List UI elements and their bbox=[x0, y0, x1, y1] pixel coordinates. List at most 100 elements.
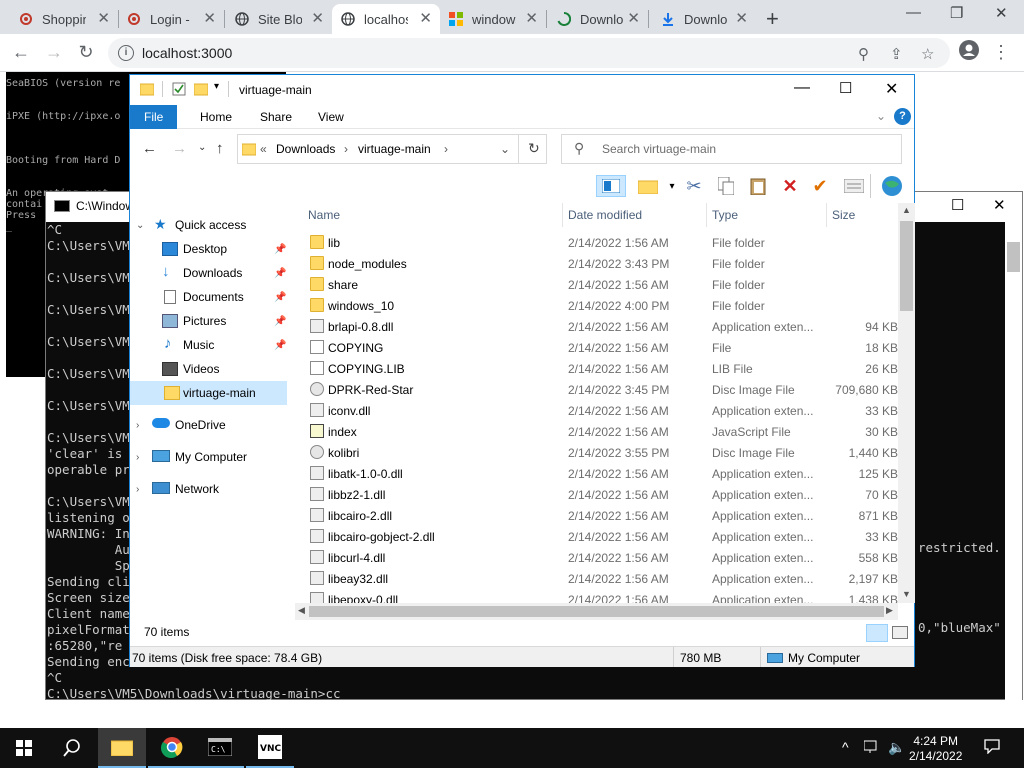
preview-pane-icon[interactable] bbox=[596, 175, 626, 197]
column-header-type[interactable]: Type bbox=[712, 203, 738, 227]
rename-check-icon[interactable]: ✔ bbox=[808, 175, 832, 197]
start-button[interactable] bbox=[0, 728, 48, 768]
nav-documents[interactable]: Documents 📌 bbox=[130, 285, 287, 309]
ribbon-tab-view[interactable]: View bbox=[304, 105, 358, 129]
file-row[interactable]: COPYING.LIB 2/14/2022 1:56 AM LIB File 26 K… bbox=[300, 358, 898, 379]
new-tab-button[interactable]: + bbox=[766, 6, 779, 32]
horizontal-scrollbar[interactable]: ◀ ▶ bbox=[295, 603, 898, 620]
forward-arrow-icon[interactable]: → bbox=[172, 140, 187, 157]
properties-icon[interactable] bbox=[842, 175, 866, 197]
nav-music[interactable]: ♪ Music 📌 bbox=[130, 333, 287, 357]
expand-arrow-icon[interactable]: › bbox=[136, 420, 139, 431]
delete-icon[interactable]: ✕ bbox=[778, 175, 802, 197]
close-window-button[interactable]: ✕ bbox=[995, 4, 1008, 22]
nav-videos[interactable]: Videos bbox=[130, 357, 287, 381]
paste-icon[interactable] bbox=[746, 175, 770, 197]
taskbar-command-prompt[interactable]: C:\ bbox=[196, 728, 244, 768]
file-row[interactable]: libcurl-4.dll 2/14/2022 1:56 AM Applicatio… bbox=[300, 547, 898, 568]
forward-button[interactable]: → bbox=[43, 42, 65, 63]
file-row[interactable]: windows_10 2/14/2022 4:00 PM File folder bbox=[300, 295, 898, 316]
breadcrumb-separator-icon[interactable]: › bbox=[444, 142, 448, 156]
tab-download-1[interactable]: Downlo ✕ bbox=[548, 4, 648, 34]
file-row[interactable]: node_modules 2/14/2022 3:43 PM File folder bbox=[300, 253, 898, 274]
file-row[interactable]: COPYING 2/14/2022 1:56 AM File 18 KB bbox=[300, 337, 898, 358]
address-bar[interactable]: i localhost:3000 ⚲ ⇪ ☆ bbox=[108, 38, 950, 68]
file-row[interactable]: share 2/14/2022 1:56 AM File folder bbox=[300, 274, 898, 295]
cmd-restore-button[interactable]: ☐ bbox=[951, 196, 964, 214]
pin-icon[interactable]: 📌 bbox=[274, 244, 286, 255]
pin-icon[interactable]: 📌 bbox=[274, 268, 286, 279]
column-header-date[interactable]: Date modified bbox=[568, 203, 642, 227]
menu-kebab-icon[interactable]: ⋮ bbox=[990, 42, 1012, 63]
scroll-thumb[interactable] bbox=[309, 606, 884, 617]
scroll-up-icon[interactable]: ▲ bbox=[902, 205, 911, 215]
cmd-close-button[interactable]: ✕ bbox=[993, 196, 1006, 214]
ribbon-tab-home[interactable]: Home bbox=[186, 105, 246, 129]
column-header-name[interactable]: Name bbox=[308, 203, 340, 227]
pin-icon[interactable]: 📌 bbox=[274, 292, 286, 303]
minimize-button[interactable]: — bbox=[794, 79, 810, 97]
address-dropdown-icon[interactable]: ⌄ bbox=[500, 142, 510, 156]
help-icon[interactable]: ? bbox=[894, 108, 911, 125]
large-icons-view-icon[interactable] bbox=[892, 626, 908, 639]
profile-avatar-icon[interactable] bbox=[958, 40, 980, 65]
close-icon[interactable]: ✕ bbox=[627, 11, 640, 27]
search-button[interactable] bbox=[48, 728, 96, 768]
file-row[interactable]: DPRK-Red-Star 2/14/2022 3:45 PM Disc Image… bbox=[300, 379, 898, 400]
file-row[interactable]: lib 2/14/2022 1:56 AM File folder bbox=[300, 232, 898, 253]
expand-arrow-icon[interactable]: › bbox=[136, 484, 139, 495]
expand-ribbon-icon[interactable]: ⌄ bbox=[876, 109, 886, 123]
share-icon[interactable]: ⇪ bbox=[890, 45, 903, 63]
file-row[interactable]: libbz2-1.dll 2/14/2022 1:56 AM Application… bbox=[300, 484, 898, 505]
minimize-button[interactable]: — bbox=[906, 4, 921, 21]
info-icon[interactable]: i bbox=[118, 45, 134, 61]
close-button[interactable]: ✕ bbox=[885, 79, 898, 99]
tab-login[interactable]: Login - ✕ bbox=[118, 4, 224, 34]
tab-localhost[interactable]: localhost ✕ bbox=[332, 4, 440, 34]
scroll-right-icon[interactable]: ▶ bbox=[886, 605, 893, 616]
nav-desktop[interactable]: Desktop 📌 bbox=[130, 237, 287, 261]
copy-icon[interactable] bbox=[714, 175, 738, 197]
up-arrow-icon[interactable]: ↑ bbox=[216, 140, 224, 157]
breadcrumb-separator-icon[interactable]: › bbox=[344, 142, 348, 156]
volume-icon[interactable]: 🔈 bbox=[888, 739, 905, 756]
taskbar-file-explorer[interactable] bbox=[98, 728, 146, 768]
nav-network[interactable]: › Network bbox=[130, 477, 287, 501]
back-button[interactable]: ← bbox=[10, 42, 32, 63]
pin-icon[interactable]: 📌 bbox=[274, 340, 286, 351]
scroll-down-icon[interactable]: ▼ bbox=[902, 589, 911, 599]
pin-icon[interactable]: 📌 bbox=[274, 316, 286, 327]
close-icon[interactable]: ✕ bbox=[97, 11, 110, 27]
back-arrow-icon[interactable]: ← bbox=[142, 140, 157, 157]
search-box[interactable]: ⚲ Search virtuage-main bbox=[561, 134, 902, 164]
globe-network-icon[interactable] bbox=[880, 175, 904, 197]
cmd-scrollbar[interactable] bbox=[1005, 222, 1022, 700]
reload-button[interactable]: ↻ bbox=[75, 42, 97, 63]
new-folder-icon[interactable] bbox=[636, 175, 660, 197]
zoom-icon[interactable]: ⚲ bbox=[858, 45, 869, 63]
file-row[interactable]: libcairo-2.dll 2/14/2022 1:56 AM Applicati… bbox=[300, 505, 898, 526]
vertical-scrollbar[interactable]: ▲ ▼ bbox=[898, 203, 915, 603]
ribbon-tab-file[interactable]: File bbox=[130, 105, 178, 129]
nav-pictures[interactable]: Pictures 📌 bbox=[130, 309, 287, 333]
file-row[interactable]: kolibri 2/14/2022 3:55 PM Disc Image File 1… bbox=[300, 442, 898, 463]
customize-quick-access-icon[interactable]: ▾ bbox=[214, 81, 219, 92]
nav-downloads[interactable]: ↓ Downloads 📌 bbox=[130, 261, 287, 285]
dropdown-icon[interactable]: ▾ bbox=[660, 175, 684, 197]
clock[interactable]: 4:24 PM 2/14/2022 bbox=[909, 734, 962, 764]
file-explorer-window[interactable]: ▾ virtuage-main — ☐ ✕ File Home Share Vi… bbox=[129, 74, 915, 667]
taskbar-vnc-viewer[interactable]: VNC bbox=[246, 728, 294, 768]
breadcrumb-overflow-icon[interactable]: « bbox=[260, 142, 267, 156]
refresh-icon[interactable]: ↻ bbox=[528, 140, 540, 157]
close-icon[interactable]: ✕ bbox=[525, 11, 538, 27]
breadcrumb-virtuage-main[interactable]: virtuage-main bbox=[358, 142, 431, 156]
breadcrumb-downloads[interactable]: Downloads bbox=[276, 142, 335, 156]
collapse-arrow-icon[interactable]: ⌄ bbox=[136, 220, 144, 231]
taskbar-chrome[interactable] bbox=[148, 728, 196, 768]
file-row[interactable]: libcairo-gobject-2.dll 2/14/2022 1:56 AM A… bbox=[300, 526, 898, 547]
close-icon[interactable]: ✕ bbox=[419, 11, 432, 27]
scroll-thumb[interactable] bbox=[900, 221, 913, 311]
tab-windows[interactable]: windows ✕ bbox=[440, 4, 546, 34]
file-row[interactable]: libeay32.dll 2/14/2022 1:56 AM Application… bbox=[300, 568, 898, 589]
nav-onedrive[interactable]: › OneDrive bbox=[130, 413, 287, 437]
